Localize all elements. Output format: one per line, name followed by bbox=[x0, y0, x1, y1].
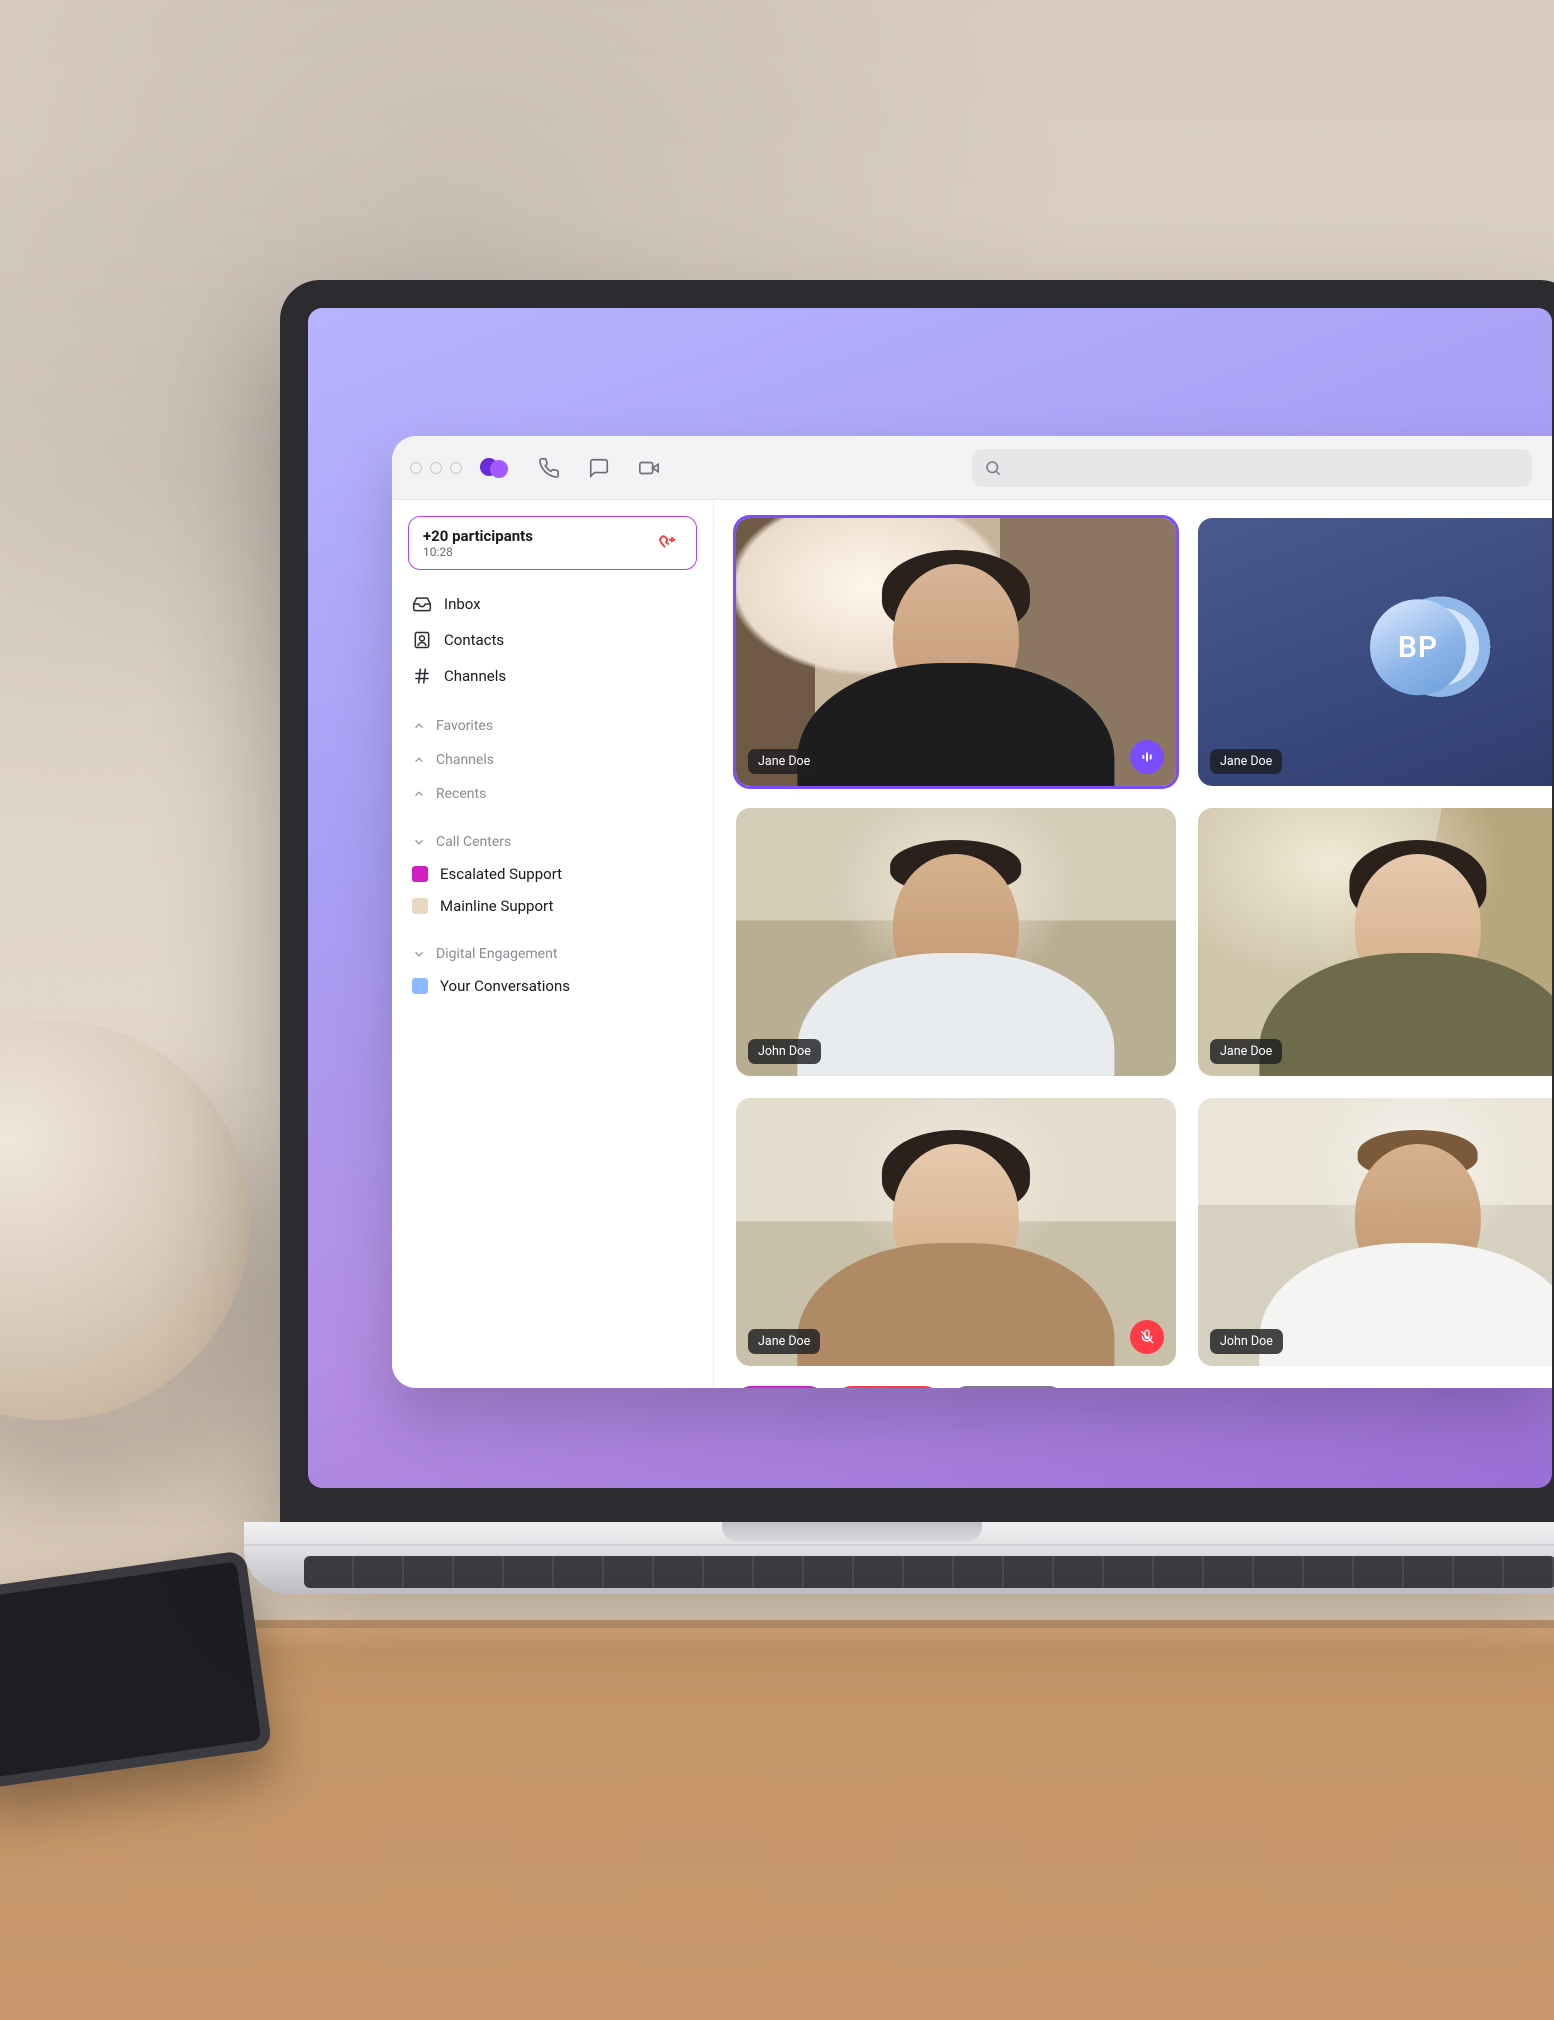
sidebar-item-label: Inbox bbox=[444, 595, 481, 613]
sidebar-item-label: Contacts bbox=[444, 631, 504, 649]
decor-sphere bbox=[0, 1020, 250, 1420]
color-swatch bbox=[412, 978, 428, 994]
traffic-close-icon[interactable] bbox=[410, 462, 422, 474]
section-digital-engagement[interactable]: Digital Engagement bbox=[408, 936, 697, 970]
sidebar-item-label: Mainline Support bbox=[440, 897, 553, 915]
avatar-initials: BP bbox=[1370, 599, 1466, 695]
titlebar bbox=[392, 436, 1552, 500]
chevron-down-icon bbox=[412, 947, 426, 961]
sidebar-item-inbox[interactable]: Inbox bbox=[408, 586, 697, 622]
traffic-max-icon[interactable] bbox=[450, 462, 462, 474]
contacts-icon bbox=[412, 630, 432, 650]
sidebar-item-mainline-support[interactable]: Mainline Support bbox=[408, 890, 697, 922]
section-call-centers[interactable]: Call Centers bbox=[408, 824, 697, 858]
sidebar-item-label: Escalated Support bbox=[440, 865, 562, 883]
participant-name: Jane Doe bbox=[748, 749, 820, 774]
participant-name: John Doe bbox=[748, 1039, 821, 1064]
sidebar: +20 participants 10:28 Inbox Contacts bbox=[392, 500, 714, 1388]
sidebar-item-label: Your Conversations bbox=[440, 977, 570, 995]
chevron-up-icon bbox=[412, 719, 426, 733]
video-tile[interactable]: Jane Doe bbox=[736, 518, 1176, 786]
section-label: Call Centers bbox=[436, 834, 511, 850]
chevron-up-icon bbox=[412, 787, 426, 801]
sidebar-item-channels[interactable]: Channels bbox=[408, 658, 697, 694]
recording-pill[interactable]: Recording bbox=[836, 1386, 940, 1388]
window-controls[interactable] bbox=[410, 462, 462, 474]
mic-muted-icon bbox=[1130, 1320, 1164, 1354]
section-recents[interactable]: Recents bbox=[408, 776, 697, 810]
inbox-icon bbox=[412, 594, 432, 614]
video-tile[interactable]: BP Jane Doe bbox=[1198, 518, 1552, 786]
section-channels[interactable]: Channels bbox=[408, 742, 697, 776]
call-card-title: +20 participants bbox=[423, 527, 533, 545]
video-tile[interactable]: Jane Doe bbox=[1198, 808, 1552, 1076]
active-call-card[interactable]: +20 participants 10:28 bbox=[408, 516, 697, 570]
video-icon[interactable] bbox=[638, 457, 660, 479]
color-swatch bbox=[412, 898, 428, 914]
app-logo-icon bbox=[480, 458, 510, 478]
participant-name: Jane Doe bbox=[748, 1329, 820, 1354]
sidebar-item-label: Channels bbox=[444, 667, 506, 685]
chat-icon[interactable] bbox=[588, 457, 610, 479]
app-window: +20 participants 10:28 Inbox Contacts bbox=[392, 436, 1552, 1388]
participant-name: Jane Doe bbox=[1210, 1039, 1282, 1064]
section-label: Favorites bbox=[436, 718, 493, 734]
chevron-up-icon bbox=[412, 753, 426, 767]
laptop-mockup: +20 participants 10:28 Inbox Contacts bbox=[280, 280, 1554, 1594]
hash-icon bbox=[412, 666, 432, 686]
brand-pill[interactable]: dialpad bbox=[736, 1386, 824, 1388]
call-card-time: 10:28 bbox=[423, 545, 533, 559]
video-call-main: Jane Doe BP Jane Doe bbox=[714, 500, 1552, 1388]
video-grid: Jane Doe BP Jane Doe bbox=[736, 518, 1552, 1366]
traffic-min-icon[interactable] bbox=[430, 462, 442, 474]
sidebar-item-contacts[interactable]: Contacts bbox=[408, 622, 697, 658]
status-row: dialpad Recording Call Locked bbox=[736, 1386, 1552, 1388]
phone-icon[interactable] bbox=[538, 457, 560, 479]
color-swatch bbox=[412, 866, 428, 882]
search-icon bbox=[984, 459, 1002, 477]
participant-name: John Doe bbox=[1210, 1329, 1283, 1354]
section-favorites[interactable]: Favorites bbox=[408, 708, 697, 742]
sidebar-item-your-conversations[interactable]: Your Conversations bbox=[408, 970, 697, 1002]
section-label: Digital Engagement bbox=[436, 946, 557, 962]
video-tile[interactable]: John Doe bbox=[736, 808, 1176, 1076]
section-label: Recents bbox=[436, 786, 486, 802]
search-input[interactable] bbox=[972, 449, 1532, 487]
locked-pill[interactable]: Call Locked bbox=[952, 1386, 1064, 1388]
chevron-down-icon bbox=[412, 835, 426, 849]
participant-name: Jane Doe bbox=[1210, 749, 1282, 774]
video-tile[interactable]: Jane Doe bbox=[736, 1098, 1176, 1366]
speaking-indicator-icon bbox=[1130, 740, 1164, 774]
sidebar-item-escalated-support[interactable]: Escalated Support bbox=[408, 858, 697, 890]
hangup-icon[interactable] bbox=[658, 531, 682, 555]
section-label: Channels bbox=[436, 752, 494, 768]
video-tile[interactable]: John Doe bbox=[1198, 1098, 1552, 1366]
